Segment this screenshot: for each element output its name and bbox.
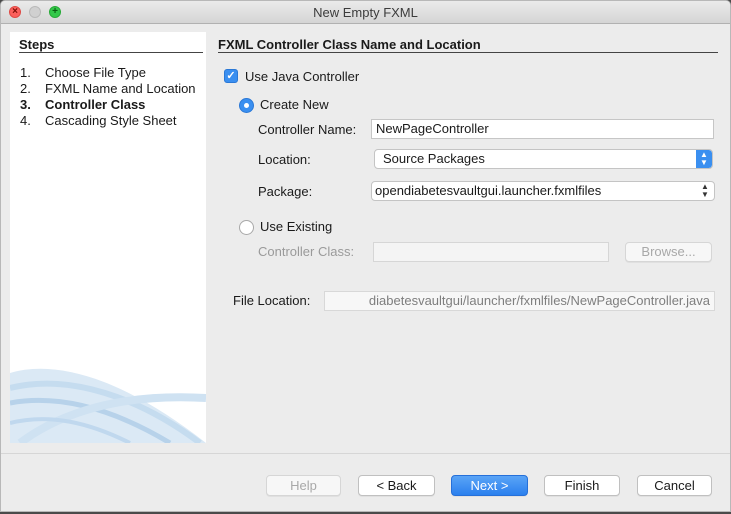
finish-button[interactable]: Finish <box>544 475 620 496</box>
step-label: Controller Class <box>45 97 146 112</box>
package-combobox-value: opendiabetesvaultgui.launcher.fxmlfiles <box>375 183 602 198</box>
controller-class-field[interactable] <box>373 242 609 262</box>
controller-name-label: Controller Name: <box>258 122 357 137</box>
cancel-button[interactable]: Cancel <box>637 475 712 496</box>
use-java-controller-label: Use Java Controller <box>245 69 360 84</box>
browse-button[interactable]: Browse... <box>625 242 712 262</box>
updown-chevron-icon: ▲ ▼ <box>701 182 709 199</box>
step-item: 2. FXML Name and Location <box>20 81 200 97</box>
location-select[interactable]: Source Packages ▲ ▼ <box>374 149 713 169</box>
section-title: FXML Controller Class Name and Location <box>218 37 481 52</box>
steps-title: Steps <box>19 37 55 52</box>
package-combobox[interactable]: opendiabetesvaultgui.launcher.fxmlfiles … <box>371 181 715 201</box>
window-title: New Empty FXML <box>313 5 418 20</box>
use-java-controller-checkbox[interactable]: ✓ <box>224 69 238 83</box>
controller-class-label: Controller Class: <box>258 244 355 259</box>
steps-divider <box>19 52 203 53</box>
file-location-label: File Location: <box>233 293 311 308</box>
step-number: 1. <box>20 65 31 80</box>
back-button[interactable]: < Back <box>358 475 435 496</box>
step-label: Choose File Type <box>45 65 146 80</box>
location-select-value: Source Packages <box>383 151 485 166</box>
step-item: 1. Choose File Type <box>20 65 200 81</box>
step-item-current: 3. Controller Class <box>20 97 200 113</box>
step-label: Cascading Style Sheet <box>45 113 177 128</box>
create-new-radio[interactable] <box>239 98 254 113</box>
steps-list: 1. Choose File Type 2. FXML Name and Loc… <box>20 65 200 129</box>
use-existing-radio[interactable] <box>239 220 254 235</box>
controller-name-field[interactable]: NewPageController <box>371 119 714 139</box>
help-button[interactable]: Help <box>266 475 341 496</box>
create-new-label: Create New <box>260 97 329 112</box>
step-item: 4. Cascading Style Sheet <box>20 113 200 129</box>
footer-divider <box>1 453 730 454</box>
location-label: Location: <box>258 152 311 167</box>
step-number: 3. <box>20 97 31 112</box>
file-location-field[interactable]: diabetesvaultgui/launcher/fxmlfiles/NewP… <box>324 291 715 311</box>
step-number: 4. <box>20 113 31 128</box>
updown-chevron-icon: ▲ ▼ <box>696 150 712 168</box>
title-bar: × + New Empty FXML <box>1 1 730 24</box>
use-existing-label: Use Existing <box>260 219 333 234</box>
decorative-swoosh-graphic <box>10 368 206 443</box>
package-label: Package: <box>258 184 313 199</box>
dialog-window: × + New Empty FXML Steps 1. Choose File … <box>0 0 731 512</box>
step-number: 2. <box>20 81 31 96</box>
section-divider <box>218 52 718 53</box>
checkmark-icon: ✓ <box>226 70 236 82</box>
step-label: FXML Name and Location <box>45 81 196 96</box>
steps-panel: Steps 1. Choose File Type 2. FXML Name a… <box>10 32 206 443</box>
next-button[interactable]: Next > <box>451 475 528 496</box>
